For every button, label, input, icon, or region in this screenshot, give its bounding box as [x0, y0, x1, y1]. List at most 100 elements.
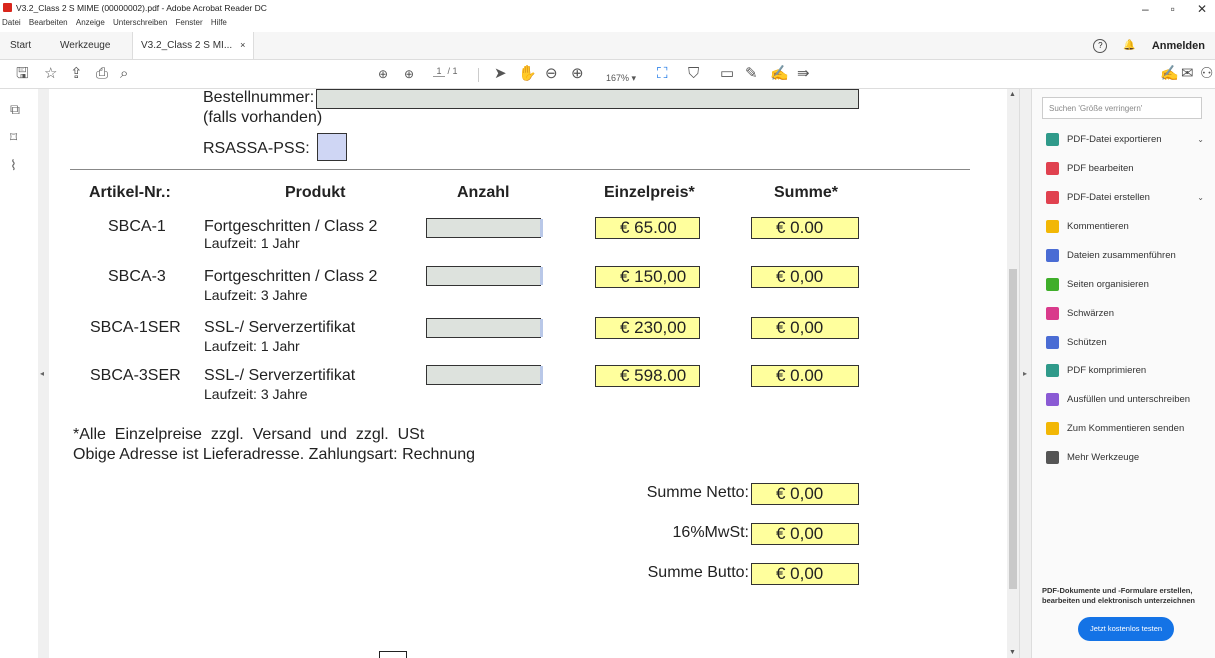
help-icon[interactable]: ?	[1093, 38, 1108, 53]
edit-pdf-icon	[1046, 161, 1059, 175]
header-article-nr: Artikel-Nr.:	[89, 184, 171, 201]
total-net-label: Summe Netto:	[646, 484, 749, 501]
close-window-button[interactable]: ✕	[1197, 2, 1207, 16]
tool-export-pdf[interactable]: PDF-Datei exportieren ⌄	[1046, 129, 1214, 149]
rsassa-label: RSASSA-PSS:	[203, 140, 310, 157]
menu-view[interactable]: Anzeige	[76, 18, 105, 27]
tool-organize-pages[interactable]: Seiten organisieren	[1046, 274, 1214, 294]
email-icon[interactable]: ✉	[1181, 64, 1194, 84]
sum-field: € 0,00	[751, 266, 859, 288]
tools-panel: Suchen 'Größe verringern' PDF-Datei expo…	[1031, 89, 1215, 658]
tool-create-pdf[interactable]: PDF-Datei erstellen ⌄	[1046, 187, 1214, 207]
tool-label: PDF-Datei erstellen	[1067, 191, 1150, 203]
scroll-thumb[interactable]	[1009, 269, 1017, 589]
tab-document[interactable]: V3.2_Class 2 S MI... ×	[132, 32, 255, 59]
maximize-button[interactable]: ▫	[1171, 2, 1175, 16]
row-product: Fortgeschritten / Class 2	[204, 268, 378, 285]
highlight-pen-icon[interactable]: ✎	[745, 64, 758, 84]
next-page-icon[interactable]: ⊕	[404, 64, 414, 84]
select-tool-icon[interactable]: ➤	[494, 64, 507, 84]
print-icon[interactable]: ⎙	[96, 64, 108, 84]
scroll-up-icon[interactable]: ▲	[1009, 91, 1016, 98]
page-number-input[interactable]: 1	[433, 66, 445, 77]
tool-comment[interactable]: Kommentieren	[1046, 216, 1214, 236]
row-article-nr: SBCA-1SER	[90, 319, 181, 336]
header-product: Produkt	[285, 184, 346, 201]
quantity-field[interactable]	[426, 266, 543, 286]
tool-label: PDF komprimieren	[1067, 364, 1147, 376]
bottom-checkbox[interactable]	[379, 651, 407, 658]
quantity-field[interactable]	[426, 218, 543, 238]
tool-label: Mehr Werkzeuge	[1067, 451, 1140, 463]
tools-search-input[interactable]: Suchen 'Größe verringern'	[1042, 97, 1202, 119]
tool-fill-sign[interactable]: Ausfüllen und unterschreiben	[1046, 389, 1214, 409]
tab-tools[interactable]: Werkzeuge	[60, 32, 110, 59]
chevron-down-icon[interactable]: ⌄	[1197, 193, 1204, 202]
page-indicator: 1 / 1	[433, 66, 458, 77]
row-duration: Laufzeit: 3 Jahre	[204, 386, 308, 402]
total-gross-field: € 0,00	[751, 563, 859, 585]
tool-protect[interactable]: Schützen	[1046, 332, 1214, 352]
tool-send-for-comments[interactable]: Zum Kommentieren senden	[1046, 418, 1214, 438]
header-unit-price: Einzelpreis*	[604, 184, 695, 201]
order-number-field[interactable]	[316, 89, 859, 109]
menu-window[interactable]: Fenster	[176, 18, 203, 27]
chevron-down-icon[interactable]: ⌄	[1197, 135, 1204, 144]
tool-redact[interactable]: Schwärzen	[1046, 303, 1214, 323]
menu-bar: Datei Bearbeiten Anzeige Unterschreiben …	[0, 18, 1215, 32]
sign-in-button[interactable]: Anmelden	[1152, 40, 1205, 52]
tool-compress-pdf[interactable]: PDF komprimieren	[1046, 360, 1214, 380]
bookmarks-icon[interactable]: ⌑	[10, 129, 17, 146]
organize-pages-icon	[1046, 277, 1059, 291]
zoom-in-icon[interactable]: ⊕	[571, 64, 584, 84]
read-mode-icon[interactable]: ⛉	[688, 64, 699, 84]
fill-sign-icon[interactable]: ✍	[1160, 64, 1179, 84]
comment-icon	[1046, 219, 1059, 233]
vat-label: 16%MwSt:	[672, 524, 749, 541]
row-duration: Laufzeit: 1 Jahr	[204, 235, 300, 251]
zoom-level-dropdown[interactable]: 167% ▾	[606, 68, 636, 88]
page-thumbnails-icon[interactable]: ⧉	[10, 101, 20, 118]
quantity-field[interactable]	[426, 318, 543, 338]
menu-edit[interactable]: Bearbeiten	[29, 18, 68, 27]
chevron-left-icon: ◂	[40, 369, 45, 378]
tool-combine-files[interactable]: Dateien zusammenführen	[1046, 245, 1214, 265]
tab-close-icon[interactable]: ×	[240, 40, 245, 50]
tab-start[interactable]: Start	[10, 32, 31, 59]
row-product: SSL-/ Serverzertifikat	[204, 367, 356, 384]
save-icon[interactable]: 🖫	[16, 64, 29, 84]
minimize-button[interactable]: –	[1142, 2, 1149, 16]
zoom-out-icon[interactable]: ⊖	[545, 64, 558, 84]
chevron-right-icon: ▸	[1023, 369, 1028, 378]
menu-file[interactable]: Datei	[2, 18, 21, 27]
fill-sign-icon	[1046, 392, 1059, 406]
previous-page-icon[interactable]: ⊕	[378, 64, 388, 84]
sign-icon[interactable]: ✍	[770, 64, 789, 84]
protect-shield-icon	[1046, 335, 1059, 349]
menu-sign[interactable]: Unterschreiben	[113, 18, 167, 27]
tool-label: PDF-Datei exportieren	[1067, 133, 1162, 145]
unit-price-field: € 65.00	[595, 217, 700, 239]
fit-page-icon[interactable]: ⛶	[657, 64, 668, 84]
find-icon[interactable]: ⌕	[120, 64, 128, 84]
menu-help[interactable]: Hilfe	[211, 18, 227, 27]
document-view: Bestellnummer: (falls vorhanden) RSASSA-…	[49, 89, 1007, 658]
tool-more-tools[interactable]: Mehr Werkzeuge	[1046, 447, 1214, 467]
rsassa-checkbox[interactable]	[317, 133, 347, 161]
vertical-scrollbar[interactable]: ▲ ▼	[1007, 89, 1019, 658]
attachments-paperclip-icon[interactable]: ⌇	[10, 157, 17, 174]
comment-icon[interactable]: ▭	[720, 64, 734, 84]
send-for-signature-icon[interactable]: ⇛	[797, 64, 810, 84]
upload-cloud-icon[interactable]: ⇪	[70, 64, 83, 84]
toolbar-divider	[478, 68, 479, 82]
hand-tool-icon[interactable]: ✋	[518, 64, 537, 84]
order-number-label: Bestellnummer:	[203, 89, 315, 106]
notifications-bell-icon[interactable]: 🔔	[1123, 40, 1135, 51]
bookmark-star-icon[interactable]: ☆	[44, 64, 57, 84]
window-title: V3.2_Class 2 S MIME (00000002).pdf - Ado…	[16, 3, 267, 13]
share-user-icon[interactable]: ⚇	[1200, 64, 1213, 84]
tool-edit-pdf[interactable]: PDF bearbeiten	[1046, 158, 1214, 178]
quantity-field[interactable]	[426, 365, 543, 385]
scroll-down-icon[interactable]: ▼	[1009, 649, 1016, 656]
try-free-button[interactable]: Jetzt kostenlos testen	[1078, 617, 1174, 641]
